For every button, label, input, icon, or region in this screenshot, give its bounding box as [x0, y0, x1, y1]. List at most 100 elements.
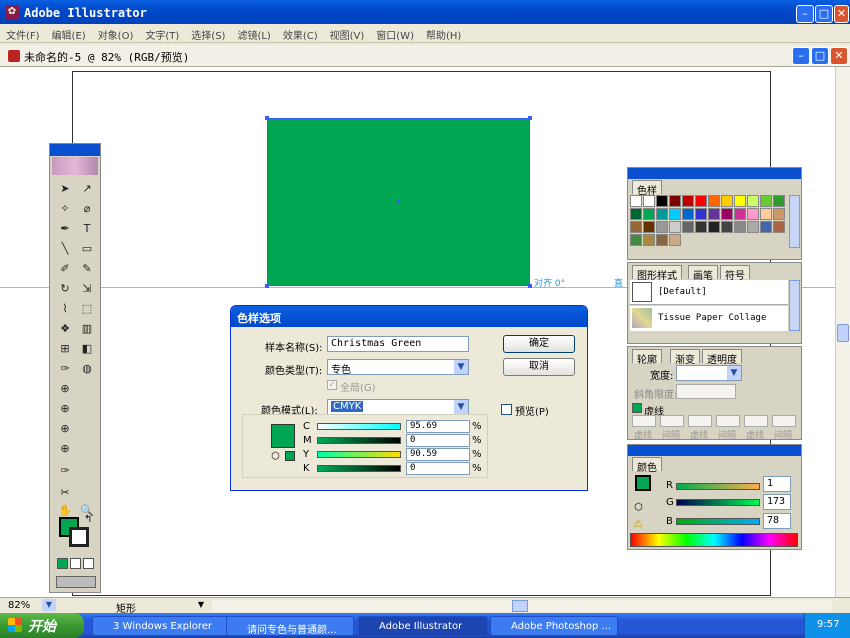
maximize-button[interactable]: □ [815, 5, 833, 23]
swatch-cell[interactable] [656, 234, 668, 246]
swatch-cell[interactable] [630, 208, 642, 220]
tab-brushes[interactable]: 画笔 [688, 265, 718, 282]
swatch-cell[interactable] [708, 221, 720, 233]
style-item-tissue[interactable]: Tissue Paper Collage [630, 306, 788, 331]
menu-item-7[interactable]: 视图(V) [324, 24, 371, 42]
swatch-cell[interactable] [747, 208, 759, 220]
lasso-tool-icon[interactable]: ⌀ [77, 200, 97, 218]
swatch-cell[interactable] [682, 208, 694, 220]
vertical-scrollbar[interactable] [835, 67, 850, 597]
swatch-cell[interactable] [773, 208, 785, 220]
swatch-cell[interactable] [695, 195, 707, 207]
column-graph-tool-icon[interactable]: ▥ [77, 320, 97, 338]
swatch-cell[interactable] [773, 195, 785, 207]
swatch-cell[interactable] [734, 208, 746, 220]
preview-checkbox[interactable] [501, 404, 512, 415]
swatch-cell[interactable] [656, 208, 668, 220]
cancel-button[interactable]: 取消 [503, 358, 575, 376]
tab-swatches[interactable]: 色样 [632, 180, 662, 197]
styles-scrollbar[interactable] [789, 280, 800, 331]
taskbar-item-browser[interactable]: 请问专色与普通颜... [226, 616, 354, 636]
free-transform-tool-icon[interactable]: ⬚ [77, 300, 97, 318]
channel-slider-c[interactable] [317, 423, 401, 430]
start-button[interactable]: 开始 [0, 613, 84, 638]
anchor-bottom-right[interactable] [528, 284, 532, 288]
swatch-cell[interactable] [630, 221, 642, 233]
anchor-bottom-left[interactable] [265, 284, 269, 288]
g-input[interactable]: 173 [763, 494, 791, 510]
color-fill-swatch[interactable] [635, 475, 651, 491]
b-input[interactable]: 78 [763, 513, 791, 529]
swatch-cell[interactable] [669, 208, 681, 220]
channel-input-y[interactable]: 90.59 [406, 448, 470, 461]
swatch-cell[interactable] [669, 221, 681, 233]
gradient-mode-button[interactable] [70, 558, 81, 569]
r-input[interactable]: 1 [763, 476, 791, 492]
swatch-cell[interactable] [695, 208, 707, 220]
tab-transparency[interactable]: 透明度 [702, 349, 742, 366]
tab-symbols[interactable]: 符号 [720, 265, 750, 282]
blend-tool-icon[interactable]: ◍ [77, 360, 97, 378]
swatch-cell[interactable] [630, 195, 642, 207]
swatch-cell[interactable] [630, 234, 642, 246]
swatch-cell[interactable] [708, 195, 720, 207]
dash-input-4[interactable] [744, 415, 768, 427]
minimize-button[interactable]: – [796, 5, 814, 23]
channel-input-c[interactable]: 95.69 [406, 420, 470, 433]
channel-slider-k[interactable] [317, 465, 401, 472]
stroke-swatch[interactable] [69, 527, 89, 547]
direct-select-tool-icon[interactable]: ↗ [77, 180, 97, 198]
live-paint-icon[interactable]: ⊕ [55, 440, 75, 458]
b-slider[interactable] [676, 518, 760, 525]
swatch-cell[interactable] [734, 221, 746, 233]
swatch-cell[interactable] [760, 208, 772, 220]
pencil-tool-icon[interactable]: ✎ [77, 260, 97, 278]
r-slider[interactable] [676, 483, 760, 490]
swatch-cell[interactable] [721, 195, 733, 207]
style-item-default[interactable]: [Default] [630, 280, 788, 305]
swatch-cell[interactable] [760, 195, 772, 207]
doc-minimize-button[interactable]: – [792, 47, 810, 65]
scale-tool-icon[interactable]: ⇲ [77, 280, 97, 298]
eyedropper-tool-icon[interactable]: ✑ [55, 360, 75, 378]
swatch-cell[interactable] [656, 195, 668, 207]
menu-item-6[interactable]: 效果(C) [277, 24, 324, 42]
swatch-cell[interactable] [656, 221, 668, 233]
anchor-top-right[interactable] [528, 116, 532, 120]
color-mode-button[interactable] [57, 558, 68, 569]
swatch-cell[interactable] [760, 221, 772, 233]
screen-mode-buttons[interactable] [56, 576, 96, 588]
ok-button[interactable]: 确定 [503, 335, 575, 353]
color-spectrum-bar[interactable] [630, 533, 798, 547]
magic-wand-tool-icon[interactable]: ✧ [55, 200, 75, 218]
menu-item-5[interactable]: 滤镜(L) [231, 24, 276, 42]
swatch-cell[interactable] [643, 221, 655, 233]
out-of-gamut-swatch[interactable] [285, 451, 295, 461]
dashed-checkbox[interactable] [632, 403, 642, 413]
warp-tool-icon[interactable]: ⌇ [55, 300, 75, 318]
horizontal-scrollbar[interactable] [212, 600, 832, 612]
channel-slider-y[interactable] [317, 451, 401, 458]
swatch-cell[interactable] [643, 195, 655, 207]
menu-item-3[interactable]: 文字(T) [139, 24, 185, 42]
swatch-cell[interactable] [669, 195, 681, 207]
mesh-tool-icon[interactable]: ⊞ [55, 340, 75, 358]
swatch-cell[interactable] [669, 234, 681, 246]
taskbar-item-explorer[interactable]: 3 Windows Explorer [92, 616, 228, 636]
miter-limit-input[interactable] [676, 384, 736, 399]
tab-graphic-styles[interactable]: 图形样式 [632, 265, 682, 282]
anchor-top-left[interactable] [265, 116, 269, 120]
color-mode-select[interactable]: CMYK ▼ [327, 399, 469, 415]
close-button[interactable]: ✕ [834, 5, 849, 23]
line-tool-icon[interactable]: ╲ [55, 240, 75, 258]
taskbar-item-illustrator[interactable]: Adobe Illustrator [358, 616, 488, 636]
menu-item-4[interactable]: 选择(S) [185, 24, 231, 42]
type-tool-icon[interactable]: T [77, 220, 97, 238]
slice-select-tool-icon[interactable]: ⊕ [55, 400, 75, 418]
menu-item-9[interactable]: 帮助(H) [420, 24, 467, 42]
taskbar-item-photoshop[interactable]: Adobe Photoshop ... [490, 616, 618, 636]
tab-stroke[interactable]: 轮廓 [632, 349, 662, 366]
pen-tool-icon[interactable]: ✒ [55, 220, 75, 238]
h-scroll-thumb[interactable] [512, 600, 528, 612]
channel-input-m[interactable]: 0 [406, 434, 470, 447]
